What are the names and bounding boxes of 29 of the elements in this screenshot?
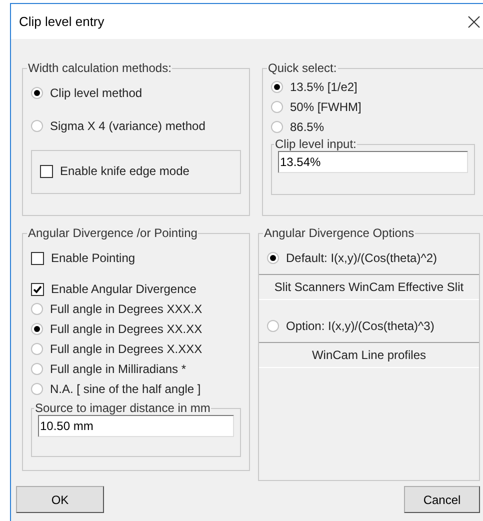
radio-option[interactable]: Default: I(x,y)/(Cos(theta)^2) (267, 248, 438, 268)
radio-option[interactable]: N.A. [ sine of the half angle ] (31, 379, 201, 399)
group-title: Clip level input: (274, 137, 358, 151)
radio-option[interactable]: Clip level method (31, 83, 142, 103)
radio-option[interactable]: 86.5% (271, 117, 324, 137)
text-field[interactable]: 10.50 mm (38, 415, 234, 437)
radio-option[interactable]: Option: I(x,y)/(Cos(theta)^3) (267, 316, 434, 336)
radio-option[interactable]: Full angle in Degrees XX.XX (31, 319, 202, 339)
window-title: Clip level entry (19, 14, 104, 29)
checkbox-option[interactable]: Enable knife edge mode (40, 161, 190, 181)
radio-option[interactable]: 50% [FWHM] (271, 97, 362, 117)
caption-panel: WinCam Line profiles (259, 342, 479, 368)
radio-option[interactable]: Full angle in Milliradians * (31, 359, 186, 379)
radio-option[interactable]: Sigma X 4 (variance) method (31, 116, 206, 136)
checkbox-option[interactable]: Enable Angular Divergence (31, 279, 196, 299)
group-title: Source to imager distance in mm (34, 401, 212, 415)
caption-panel: Slit Scanners WinCam Effective Slit (259, 274, 479, 300)
group-title: Angular Divergence /or Pointing (27, 226, 198, 240)
radio-option[interactable]: 13.5% [1/e2] (271, 77, 358, 97)
dialog-button[interactable]: Cancel (404, 486, 480, 513)
radio-option[interactable]: Full angle in Degrees XXX.X (31, 299, 202, 319)
checkbox-option[interactable]: Enable Pointing (31, 248, 136, 268)
close-icon[interactable] (468, 16, 480, 28)
group-title: Angular Divergence Options (263, 226, 416, 240)
dialog-button[interactable]: OK (16, 486, 104, 513)
group-title: Width calculation methods: (27, 61, 172, 75)
text-field[interactable]: 13.54% (278, 151, 468, 173)
group-title: Quick select: (267, 61, 338, 75)
radio-option[interactable]: Full angle in Degrees X.XXX (31, 339, 202, 359)
